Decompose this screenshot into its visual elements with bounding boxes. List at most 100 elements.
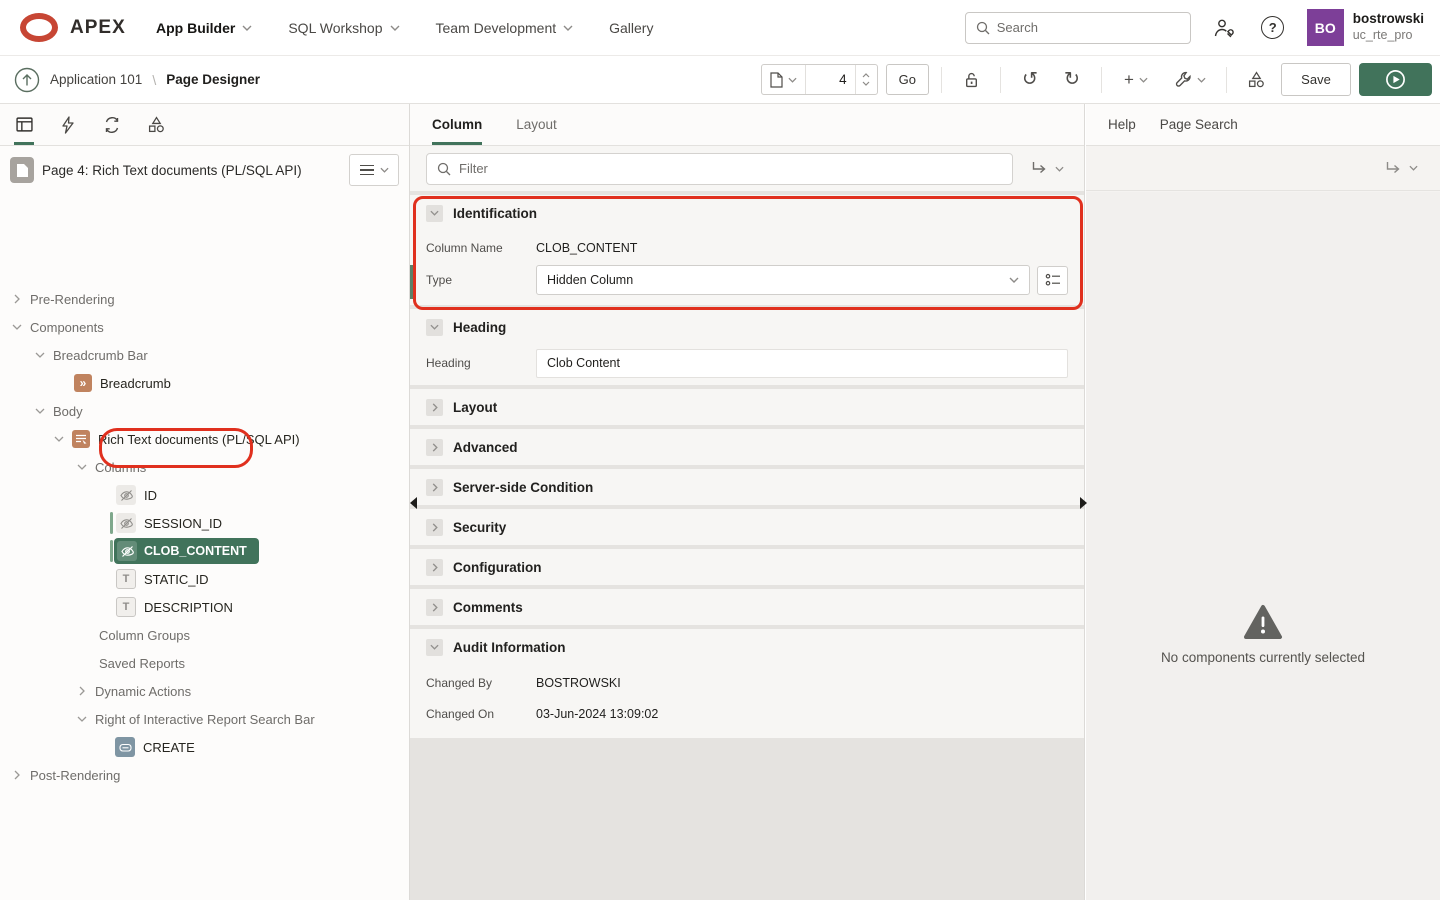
- chevron-down-icon: [1197, 77, 1206, 83]
- section-layout-header[interactable]: Layout: [410, 389, 1084, 425]
- main-menubar: App Builder SQL Workshop Team Developmen…: [142, 12, 667, 44]
- go-to-group-button[interactable]: [1385, 162, 1418, 175]
- page-picker-button[interactable]: [762, 65, 805, 94]
- tree-node-create-button[interactable]: CREATE: [0, 733, 409, 761]
- section-comments-header[interactable]: Comments: [410, 589, 1084, 625]
- tree-node-post-rendering[interactable]: Post-Rendering: [0, 761, 409, 789]
- menu-app-builder[interactable]: App Builder: [142, 12, 266, 44]
- tree-node-dynamic-actions[interactable]: Dynamic Actions: [0, 677, 409, 705]
- tree-node-saved-reports[interactable]: Saved Reports: [0, 649, 409, 677]
- up-to-app-icon[interactable]: [14, 67, 40, 93]
- tree-menu-button[interactable]: [349, 154, 399, 186]
- header-actions: ? BO bostrowski uc_rte_pro: [965, 8, 1440, 48]
- text-column-icon: T: [116, 597, 136, 617]
- section-server-side-condition: Server-side Condition: [410, 469, 1084, 505]
- redo-button[interactable]: ↻: [1055, 64, 1089, 95]
- lightning-icon: [61, 116, 75, 134]
- page-title: Page Designer: [166, 72, 260, 87]
- section-advanced-header[interactable]: Advanced: [410, 429, 1084, 465]
- empty-state: No components currently selected: [1086, 604, 1440, 665]
- tree-node-column-id[interactable]: ID: [0, 481, 409, 509]
- expand-icon[interactable]: [426, 439, 443, 456]
- field-changed-by: Changed By BOSTROWSKI: [410, 669, 1084, 697]
- tab-page-shared-components[interactable]: [136, 104, 176, 145]
- shared-components-button[interactable]: [1239, 64, 1273, 95]
- tree-node-breadcrumb[interactable]: » Breadcrumb: [0, 369, 409, 397]
- expand-icon[interactable]: [426, 479, 443, 496]
- tree-node-components[interactable]: Components: [0, 313, 409, 341]
- quick-pick-button[interactable]: [1037, 266, 1068, 295]
- tree-root[interactable]: Page 4: Rich Text documents (PL/SQL API): [0, 148, 409, 192]
- collapse-icon[interactable]: [426, 205, 443, 222]
- brand[interactable]: APEX: [0, 13, 132, 42]
- collapse-icon[interactable]: [426, 639, 443, 656]
- divider: [1226, 67, 1227, 93]
- tab-layout[interactable]: Layout: [504, 104, 569, 145]
- utilities-menu-button[interactable]: [1166, 64, 1214, 95]
- tree-node-column-groups[interactable]: Column Groups: [0, 621, 409, 649]
- lock-button[interactable]: [954, 64, 988, 95]
- help-button[interactable]: ?: [1253, 8, 1293, 48]
- refresh-icon: [103, 117, 121, 133]
- tab-dynamic-actions[interactable]: [48, 104, 88, 145]
- expand-icon[interactable]: [426, 399, 443, 416]
- section-heading-header[interactable]: Heading: [410, 309, 1084, 345]
- menu-team-development[interactable]: Team Development: [422, 12, 588, 44]
- section-identification: Identification Column Name CLOB_CONTENT …: [410, 195, 1084, 305]
- tab-page-search[interactable]: Page Search: [1148, 104, 1250, 145]
- brand-apex: APEX: [70, 17, 126, 39]
- create-menu-button[interactable]: +: [1114, 64, 1158, 95]
- tree-node-column-clob-content[interactable]: CLOB_CONTENT: [0, 537, 409, 565]
- tree-node-columns[interactable]: Columns: [0, 453, 409, 481]
- oracle-logo-icon: [20, 13, 58, 42]
- tree-node-column-session-id[interactable]: SESSION_ID: [0, 509, 409, 537]
- tab-help[interactable]: Help: [1096, 104, 1148, 145]
- menu-gallery[interactable]: Gallery: [595, 12, 667, 44]
- go-button[interactable]: Go: [886, 64, 929, 95]
- search-input[interactable]: [997, 20, 1167, 35]
- section-server-side-condition-header[interactable]: Server-side Condition: [410, 469, 1084, 505]
- page-number-input[interactable]: [805, 65, 855, 94]
- save-button[interactable]: Save: [1281, 63, 1351, 96]
- tab-column[interactable]: Column: [420, 104, 494, 145]
- field-heading: Heading: [410, 347, 1084, 379]
- user-avatar[interactable]: BO: [1307, 9, 1344, 46]
- filter-input[interactable]: [459, 161, 1002, 176]
- expand-icon[interactable]: [426, 519, 443, 536]
- tree-node-rich-text-region[interactable]: Rich Text documents (PL/SQL API): [0, 425, 409, 453]
- section-security-header[interactable]: Security: [410, 509, 1084, 545]
- section-identification-header[interactable]: Identification: [410, 195, 1084, 231]
- tree-node-column-static-id[interactable]: T STATIC_ID: [0, 565, 409, 593]
- chevron-down-icon: [380, 167, 389, 173]
- undo-button[interactable]: ↺: [1013, 64, 1047, 95]
- breadcrumb-application-link[interactable]: Application 101: [50, 72, 142, 87]
- expand-icon[interactable]: [426, 599, 443, 616]
- global-search: [965, 12, 1191, 44]
- admin-button[interactable]: [1205, 8, 1245, 48]
- tree-node-right-of-ir-search-bar[interactable]: Right of Interactive Report Search Bar: [0, 705, 409, 733]
- tree-node-breadcrumb-bar[interactable]: Breadcrumb Bar: [0, 341, 409, 369]
- type-select[interactable]: Hidden Column: [536, 265, 1030, 295]
- rendering-tree: Pre-Rendering Components Breadcrumb Bar …: [0, 285, 409, 789]
- tab-processing[interactable]: [92, 104, 132, 145]
- tab-rendering[interactable]: [4, 104, 44, 145]
- tree-node-body[interactable]: Body: [0, 397, 409, 425]
- splitter-collapse-left[interactable]: [404, 497, 417, 509]
- splitter-collapse-right[interactable]: [1080, 497, 1093, 509]
- tree-node-column-description[interactable]: T DESCRIPTION: [0, 593, 409, 621]
- section-audit-information-header[interactable]: Audit Information: [410, 629, 1084, 665]
- section-advanced: Advanced: [410, 429, 1084, 465]
- heading-input[interactable]: [536, 349, 1068, 378]
- user-info[interactable]: bostrowski uc_rte_pro: [1353, 11, 1424, 44]
- run-page-button[interactable]: [1359, 63, 1432, 96]
- menu-sql-workshop[interactable]: SQL Workshop: [274, 12, 413, 44]
- section-configuration-header[interactable]: Configuration: [410, 549, 1084, 585]
- toolbar-controls: Go ↺ ↻ + Save: [761, 63, 1440, 96]
- tree-node-pre-rendering[interactable]: Pre-Rendering: [0, 285, 409, 313]
- chevron-down-icon: [1009, 277, 1019, 283]
- expand-icon[interactable]: [426, 559, 443, 576]
- collapse-icon[interactable]: [426, 319, 443, 336]
- property-sections: Identification Column Name CLOB_CONTENT …: [410, 191, 1084, 900]
- page-number-stepper[interactable]: [855, 65, 877, 94]
- go-to-group-button[interactable]: [1031, 162, 1064, 175]
